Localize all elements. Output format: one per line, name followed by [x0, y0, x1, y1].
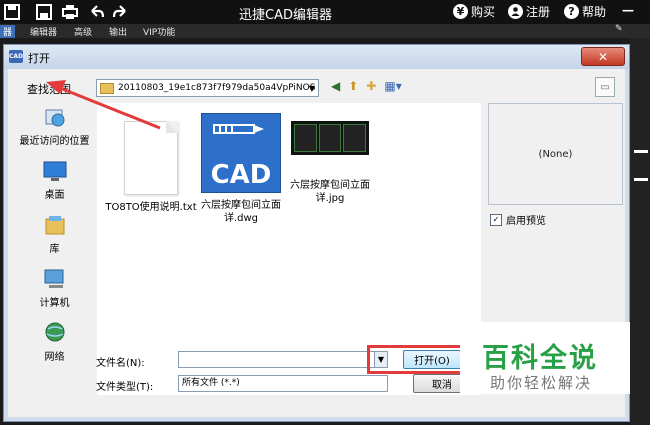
annotation-highlight-box [367, 345, 463, 374]
watermark-subtitle: 助你轻松解决 [490, 374, 593, 392]
watermark: 百科全说 助你轻松解决 [460, 322, 630, 394]
watermark-title: 百科全说 [482, 343, 598, 374]
